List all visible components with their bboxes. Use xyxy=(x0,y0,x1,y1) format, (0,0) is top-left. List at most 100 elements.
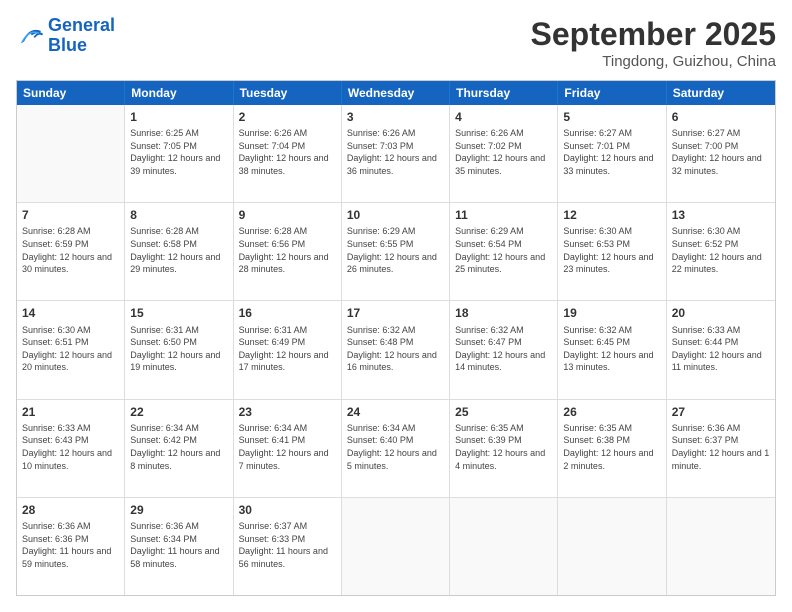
calendar-cell-7: 7 Sunrise: 6:28 AMSunset: 6:59 PMDaylight… xyxy=(17,203,125,300)
location: Tingdong, Guizhou, China xyxy=(531,53,776,70)
header: General Blue September 2025 Tingdong, Gu… xyxy=(16,16,776,70)
logo-icon xyxy=(16,22,44,50)
cell-info: Sunrise: 6:29 AMSunset: 6:54 PMDaylight:… xyxy=(455,225,552,275)
calendar-cell-empty xyxy=(558,498,666,595)
page: General Blue September 2025 Tingdong, Gu… xyxy=(0,0,792,612)
cell-info: Sunrise: 6:34 AMSunset: 6:41 PMDaylight:… xyxy=(239,422,336,472)
day-number: 4 xyxy=(455,109,552,125)
calendar-header: SundayMondayTuesdayWednesdayThursdayFrid… xyxy=(17,81,775,105)
day-number: 19 xyxy=(563,305,660,321)
cell-info: Sunrise: 6:27 AMSunset: 7:00 PMDaylight:… xyxy=(672,127,770,177)
day-number: 7 xyxy=(22,207,119,223)
cell-info: Sunrise: 6:35 AMSunset: 6:39 PMDaylight:… xyxy=(455,422,552,472)
calendar-cell-5: 5 Sunrise: 6:27 AMSunset: 7:01 PMDaylight… xyxy=(558,105,666,202)
day-number: 5 xyxy=(563,109,660,125)
cell-info: Sunrise: 6:28 AMSunset: 6:56 PMDaylight:… xyxy=(239,225,336,275)
cell-info: Sunrise: 6:32 AMSunset: 6:48 PMDaylight:… xyxy=(347,324,444,374)
cell-info: Sunrise: 6:35 AMSunset: 6:38 PMDaylight:… xyxy=(563,422,660,472)
calendar-cell-empty xyxy=(667,498,775,595)
calendar-cell-20: 20Sunrise: 6:33 AMSunset: 6:44 PMDayligh… xyxy=(667,301,775,398)
calendar-cell-2: 2 Sunrise: 6:26 AMSunset: 7:04 PMDaylight… xyxy=(234,105,342,202)
calendar-cell-18: 18Sunrise: 6:32 AMSunset: 6:47 PMDayligh… xyxy=(450,301,558,398)
calendar-cell-25: 25 Sunrise: 6:35 AMSunset: 6:39 PMDayligh… xyxy=(450,400,558,497)
title-block: September 2025 Tingdong, Guizhou, China xyxy=(531,16,776,70)
calendar-cell-30: 30 Sunrise: 6:37 AMSunset: 6:33 PMDayligh… xyxy=(234,498,342,595)
calendar: SundayMondayTuesdayWednesdayThursdayFrid… xyxy=(16,80,776,596)
day-number: 30 xyxy=(239,502,336,518)
header-day-wednesday: Wednesday xyxy=(342,81,450,105)
calendar-row-4: 28Sunrise: 6:36 AMSunset: 6:36 PMDayligh… xyxy=(17,498,775,595)
calendar-cell-4: 4Sunrise: 6:26 AMSunset: 7:02 PMDaylight… xyxy=(450,105,558,202)
logo-general: General xyxy=(48,15,115,35)
day-number: 11 xyxy=(455,207,552,223)
header-day-monday: Monday xyxy=(125,81,233,105)
day-number: 23 xyxy=(239,404,336,420)
cell-info: Sunrise: 6:26 AMSunset: 7:04 PMDaylight:… xyxy=(239,127,336,177)
day-number: 26 xyxy=(563,404,660,420)
calendar-cell-28: 28Sunrise: 6:36 AMSunset: 6:36 PMDayligh… xyxy=(17,498,125,595)
calendar-cell-12: 12 Sunrise: 6:30 AMSunset: 6:53 PMDayligh… xyxy=(558,203,666,300)
calendar-cell-1: 1Sunrise: 6:25 AMSunset: 7:05 PMDaylight… xyxy=(125,105,233,202)
cell-info: Sunrise: 6:33 AMSunset: 6:44 PMDaylight:… xyxy=(672,324,770,374)
day-number: 28 xyxy=(22,502,119,518)
calendar-cell-15: 15Sunrise: 6:31 AMSunset: 6:50 PMDayligh… xyxy=(125,301,233,398)
day-number: 2 xyxy=(239,109,336,125)
cell-info: Sunrise: 6:37 AMSunset: 6:33 PMDaylight:… xyxy=(239,520,336,570)
cell-info: Sunrise: 6:28 AMSunset: 6:59 PMDaylight:… xyxy=(22,225,119,275)
month-title: September 2025 xyxy=(531,16,776,53)
logo-blue: Blue xyxy=(48,36,115,56)
calendar-cell-10: 10Sunrise: 6:29 AMSunset: 6:55 PMDayligh… xyxy=(342,203,450,300)
cell-info: Sunrise: 6:25 AMSunset: 7:05 PMDaylight:… xyxy=(130,127,227,177)
day-number: 16 xyxy=(239,305,336,321)
day-number: 10 xyxy=(347,207,444,223)
cell-info: Sunrise: 6:28 AMSunset: 6:58 PMDaylight:… xyxy=(130,225,227,275)
cell-info: Sunrise: 6:34 AMSunset: 6:42 PMDaylight:… xyxy=(130,422,227,472)
calendar-row-0: 1Sunrise: 6:25 AMSunset: 7:05 PMDaylight… xyxy=(17,105,775,203)
calendar-cell-17: 17 Sunrise: 6:32 AMSunset: 6:48 PMDayligh… xyxy=(342,301,450,398)
calendar-row-2: 14 Sunrise: 6:30 AMSunset: 6:51 PMDayligh… xyxy=(17,301,775,399)
header-day-friday: Friday xyxy=(558,81,666,105)
calendar-cell-26: 26 Sunrise: 6:35 AMSunset: 6:38 PMDayligh… xyxy=(558,400,666,497)
calendar-cell-13: 13Sunrise: 6:30 AMSunset: 6:52 PMDayligh… xyxy=(667,203,775,300)
calendar-cell-11: 11 Sunrise: 6:29 AMSunset: 6:54 PMDayligh… xyxy=(450,203,558,300)
cell-info: Sunrise: 6:34 AMSunset: 6:40 PMDaylight:… xyxy=(347,422,444,472)
calendar-body: 1Sunrise: 6:25 AMSunset: 7:05 PMDaylight… xyxy=(17,105,775,595)
cell-info: Sunrise: 6:33 AMSunset: 6:43 PMDaylight:… xyxy=(22,422,119,472)
calendar-cell-empty xyxy=(342,498,450,595)
header-day-thursday: Thursday xyxy=(450,81,558,105)
cell-info: Sunrise: 6:30 AMSunset: 6:51 PMDaylight:… xyxy=(22,324,119,374)
calendar-row-1: 7 Sunrise: 6:28 AMSunset: 6:59 PMDaylight… xyxy=(17,203,775,301)
calendar-cell-empty xyxy=(450,498,558,595)
day-number: 18 xyxy=(455,305,552,321)
calendar-cell-23: 23 Sunrise: 6:34 AMSunset: 6:41 PMDayligh… xyxy=(234,400,342,497)
cell-info: Sunrise: 6:31 AMSunset: 6:49 PMDaylight:… xyxy=(239,324,336,374)
header-day-tuesday: Tuesday xyxy=(234,81,342,105)
day-number: 17 xyxy=(347,305,444,321)
header-day-saturday: Saturday xyxy=(667,81,775,105)
logo-text: General Blue xyxy=(48,16,115,56)
day-number: 24 xyxy=(347,404,444,420)
calendar-cell-19: 19Sunrise: 6:32 AMSunset: 6:45 PMDayligh… xyxy=(558,301,666,398)
day-number: 22 xyxy=(130,404,227,420)
calendar-row-3: 21 Sunrise: 6:33 AMSunset: 6:43 PMDayligh… xyxy=(17,400,775,498)
day-number: 14 xyxy=(22,305,119,321)
cell-info: Sunrise: 6:30 AMSunset: 6:52 PMDaylight:… xyxy=(672,225,770,275)
day-number: 29 xyxy=(130,502,227,518)
calendar-cell-6: 6Sunrise: 6:27 AMSunset: 7:00 PMDaylight… xyxy=(667,105,775,202)
calendar-cell-27: 27Sunrise: 6:36 AMSunset: 6:37 PMDayligh… xyxy=(667,400,775,497)
cell-info: Sunrise: 6:26 AMSunset: 7:03 PMDaylight:… xyxy=(347,127,444,177)
day-number: 3 xyxy=(347,109,444,125)
cell-info: Sunrise: 6:36 AMSunset: 6:34 PMDaylight:… xyxy=(130,520,227,570)
day-number: 21 xyxy=(22,404,119,420)
day-number: 25 xyxy=(455,404,552,420)
cell-info: Sunrise: 6:27 AMSunset: 7:01 PMDaylight:… xyxy=(563,127,660,177)
cell-info: Sunrise: 6:30 AMSunset: 6:53 PMDaylight:… xyxy=(563,225,660,275)
header-day-sunday: Sunday xyxy=(17,81,125,105)
day-number: 12 xyxy=(563,207,660,223)
logo: General Blue xyxy=(16,16,115,56)
calendar-cell-22: 22 Sunrise: 6:34 AMSunset: 6:42 PMDayligh… xyxy=(125,400,233,497)
calendar-cell-21: 21 Sunrise: 6:33 AMSunset: 6:43 PMDayligh… xyxy=(17,400,125,497)
calendar-cell-24: 24 Sunrise: 6:34 AMSunset: 6:40 PMDayligh… xyxy=(342,400,450,497)
calendar-cell-3: 3 Sunrise: 6:26 AMSunset: 7:03 PMDaylight… xyxy=(342,105,450,202)
day-number: 27 xyxy=(672,404,770,420)
